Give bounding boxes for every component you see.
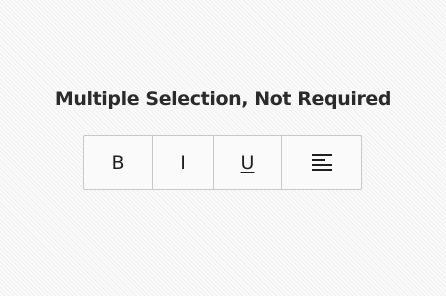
format-toggle-group: B I U [83, 135, 362, 190]
page-title: Multiple Selection, Not Required [54, 88, 392, 110]
underline-label: U [240, 151, 255, 174]
bold-toggle-button[interactable]: B [84, 136, 153, 189]
align-left-toggle-button[interactable] [282, 136, 361, 189]
underline-toggle-button[interactable]: U [214, 136, 282, 189]
italic-label: I [180, 151, 186, 174]
bold-label: B [111, 151, 125, 174]
italic-toggle-button[interactable]: I [153, 136, 214, 189]
align-left-icon [311, 153, 332, 171]
